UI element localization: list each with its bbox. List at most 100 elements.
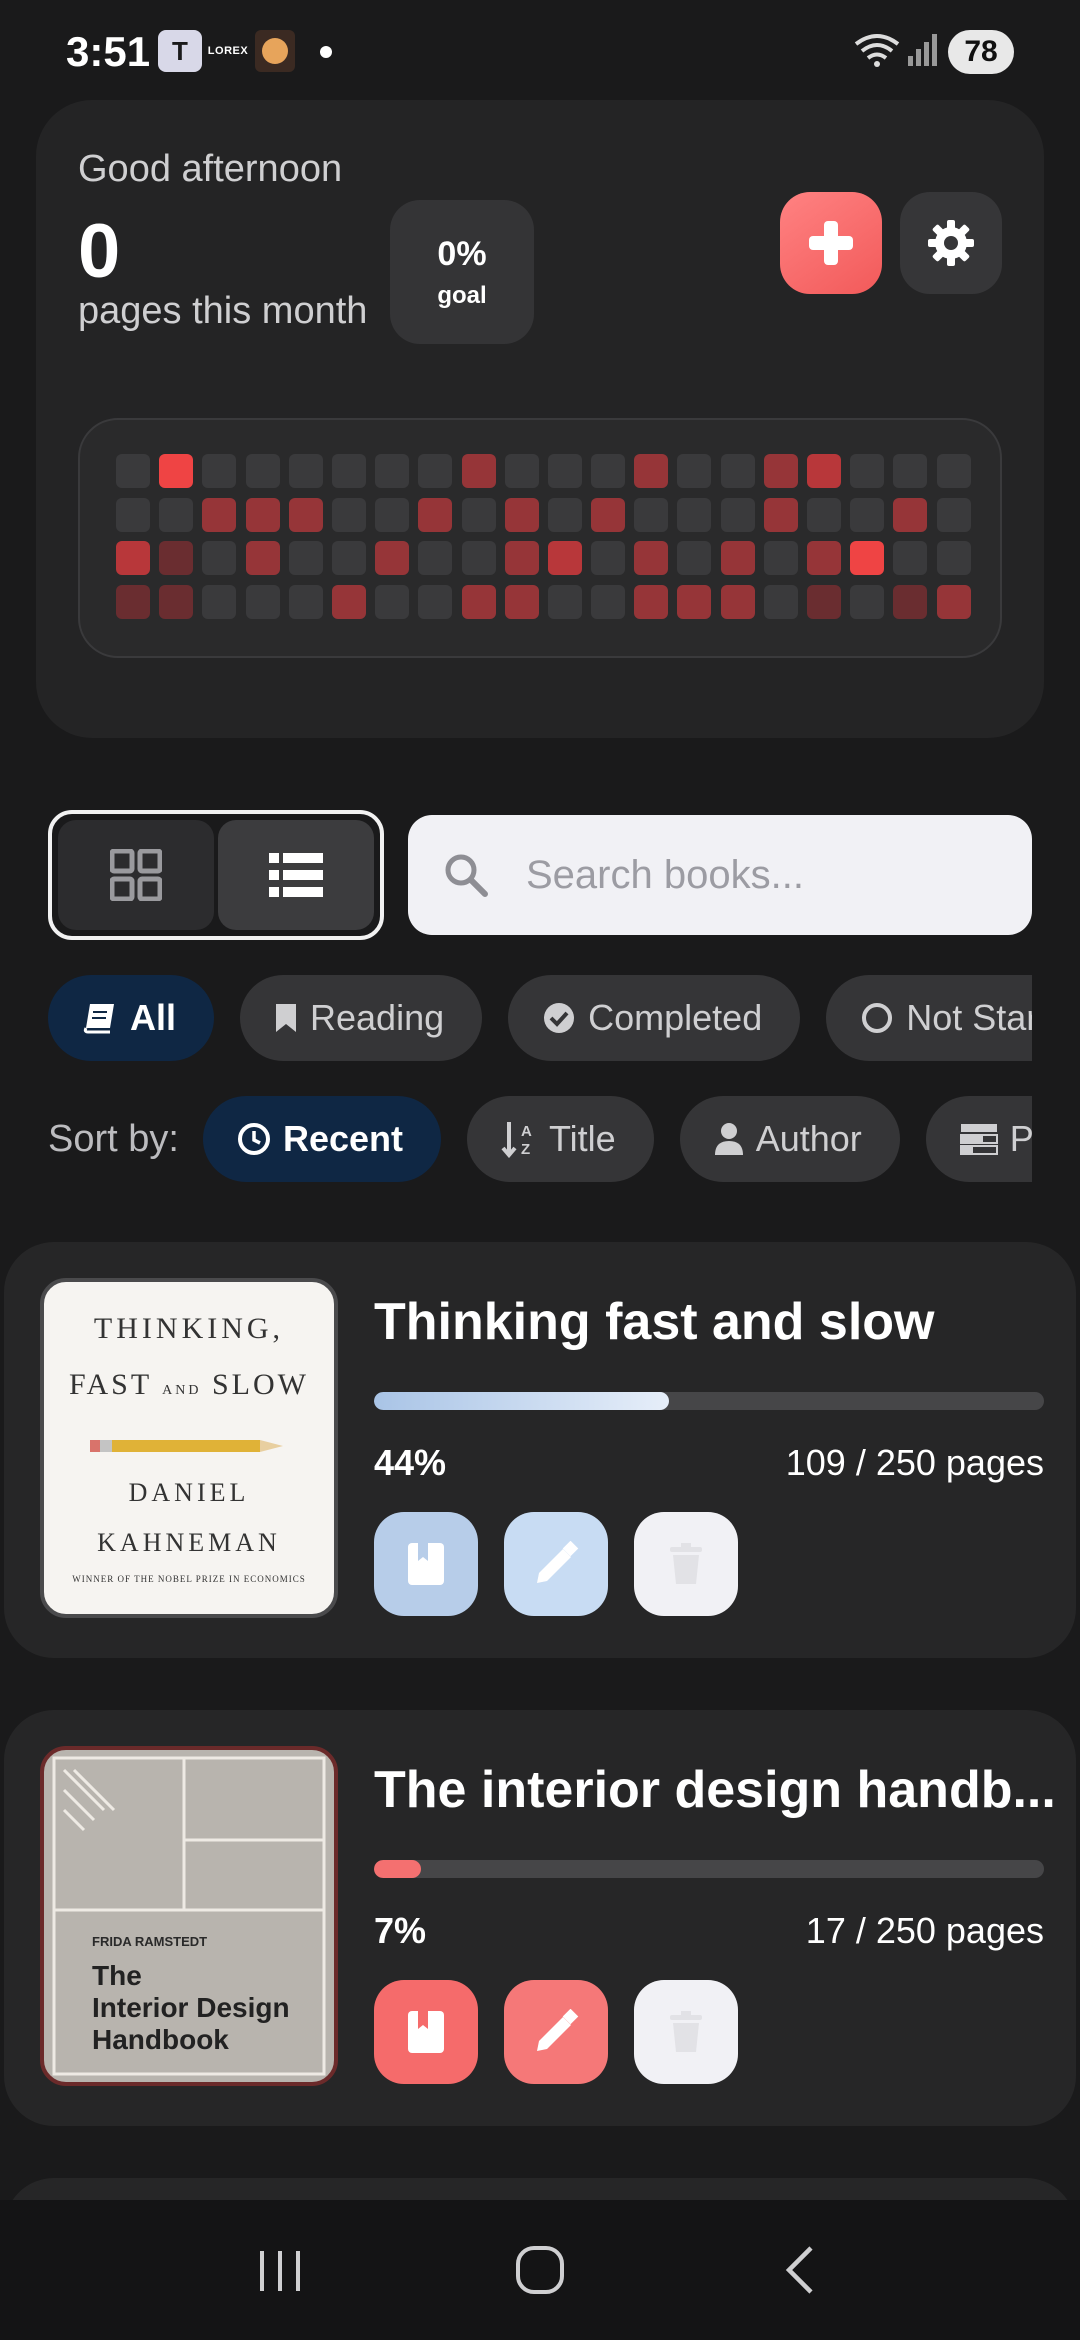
sort-chip-label: Author: [755, 1118, 862, 1159]
heatmap-cell: [461, 497, 496, 532]
sort-chip-progress[interactable]: Progress: [925, 1096, 1032, 1182]
pages-read: 109 / 250 pages: [785, 1442, 1044, 1483]
heatmap-grid: [116, 454, 971, 619]
sort-chip-title[interactable]: AZ Title: [467, 1096, 654, 1182]
book-card[interactable]: THINKING, FAST AND SLOW DANIEL KAHNEMAN …: [4, 1242, 1076, 1658]
read-button[interactable]: [374, 1512, 478, 1616]
heatmap-cell: [720, 454, 755, 488]
home-button[interactable]: [490, 2220, 590, 2320]
heatmap-cell: [504, 584, 539, 619]
heatmap-cell: [893, 584, 928, 619]
heatmap-cell: [418, 541, 453, 576]
book-card[interactable]: FRIDA RAMSTEDT The Interior Design Handb…: [4, 1710, 1076, 2126]
edit-button[interactable]: [504, 1512, 608, 1616]
battery-indicator: 78: [948, 30, 1014, 74]
filter-chip-reading[interactable]: Reading: [240, 975, 483, 1061]
heatmap-cell: [591, 497, 626, 532]
heatmap-cell: [936, 454, 971, 488]
pages-read: 17 / 250 pages: [805, 1910, 1044, 1951]
progress-icon: [959, 1123, 998, 1155]
heatmap-cell: [504, 454, 539, 488]
heatmap-cell: [331, 497, 366, 532]
filter-chip-not-started[interactable]: Not Started: [826, 975, 1032, 1061]
delete-button[interactable]: [634, 1980, 738, 2084]
heatmap-cell: [807, 497, 841, 532]
back-icon: [785, 2246, 813, 2294]
search-box[interactable]: [408, 815, 1032, 935]
recents-button[interactable]: [230, 2220, 330, 2320]
heatmap-cell: [375, 584, 410, 619]
status-bar: 3:51 T LOREX 78: [0, 0, 1080, 100]
sort-chip-label: Title: [549, 1118, 616, 1159]
book-title: The interior design handb...: [374, 1761, 1056, 1819]
settings-button[interactable]: [900, 192, 1002, 294]
progress-percent: 7%: [374, 1910, 427, 1951]
pencil-icon: [537, 2009, 579, 2051]
heatmap-cell: [418, 497, 453, 532]
cover-subtitle: FAST AND SLOW: [44, 1368, 334, 1402]
heatmap-cell: [807, 454, 841, 488]
sort-chip-recent[interactable]: Recent: [202, 1096, 441, 1182]
monthly-summary-card: Good afternoon 0 pages this month 0% goa…: [36, 100, 1044, 738]
cover-author: KAHNEMAN: [97, 1528, 281, 1557]
heatmap-cell: [763, 584, 798, 619]
search-input[interactable]: [526, 852, 1006, 898]
heatmap-cell: [763, 454, 798, 488]
pages-label: pages this month: [78, 290, 368, 332]
cover-line: AND: [162, 1383, 202, 1398]
trash-icon: [670, 2011, 702, 2052]
svg-text:Z: Z: [521, 1141, 530, 1158]
edit-button[interactable]: [504, 1980, 608, 2084]
filter-chip-all[interactable]: All: [48, 975, 215, 1061]
filter-chip-completed[interactable]: Completed: [508, 975, 801, 1061]
lorex-icon: LOREX: [207, 45, 249, 57]
filter-chip-row: All Reading Completed Not Started: [48, 975, 1032, 1061]
heatmap-cell: [375, 497, 410, 532]
sort-chip-label: Progress: [1009, 1118, 1032, 1159]
heatmap-cell: [375, 454, 410, 488]
check-circle-icon: [542, 1001, 576, 1035]
empty-circle-icon: [860, 1001, 894, 1035]
heatmap-cell: [763, 541, 798, 576]
cover-author: DANIEL: [128, 1478, 250, 1507]
sort-chip-author[interactable]: Author: [679, 1096, 900, 1182]
delete-button[interactable]: [634, 1512, 738, 1616]
heatmap-cell: [720, 541, 755, 576]
heatmap-cell: [159, 584, 194, 619]
heatmap-cell: [288, 541, 323, 576]
heatmap-cell: [763, 497, 798, 532]
read-button[interactable]: [374, 1980, 478, 2084]
heatmap-cell: [850, 584, 885, 619]
list-view-button[interactable]: [218, 820, 374, 930]
heatmap-cell: [893, 454, 928, 488]
greeting-text: Good afternoon: [78, 148, 343, 190]
add-book-button[interactable]: [780, 192, 882, 294]
heatmap-cell: [850, 454, 885, 488]
grid-view-button[interactable]: [58, 820, 214, 930]
heatmap-cell: [547, 454, 582, 488]
heatmap-cell: [461, 584, 496, 619]
heatmap-cell: [116, 497, 150, 532]
cover-tagline: WINNER OF THE NOBEL PRIZE IN ECONOMICS: [72, 1574, 306, 1584]
heatmap-cell: [159, 454, 194, 488]
heatmap-cell: [547, 584, 582, 619]
recents-icon: [260, 2251, 300, 2291]
back-button[interactable]: [750, 2220, 850, 2320]
heatmap-cell: [634, 497, 669, 532]
app-avatar-icon: [255, 30, 295, 72]
heatmap-cell: [116, 541, 150, 576]
cover-title: The Interior Design Handbook: [92, 1960, 290, 2056]
clock-icon: [237, 1122, 271, 1156]
pencil-illustration-icon: [90, 1440, 283, 1452]
wifi-icon: [854, 34, 900, 67]
heatmap-cell: [245, 541, 280, 576]
filter-chip-label: Reading: [310, 997, 445, 1038]
heatmap-cell: [331, 541, 366, 576]
sort-alpha-icon: AZ: [501, 1120, 537, 1158]
heatmap-cell: [331, 584, 366, 619]
heatmap-cell: [807, 541, 841, 576]
filter-chip-label: Completed: [588, 997, 763, 1038]
goal-value: 0%: [437, 234, 487, 273]
progress-percent: 44%: [374, 1442, 447, 1483]
heatmap-cell: [116, 454, 150, 488]
